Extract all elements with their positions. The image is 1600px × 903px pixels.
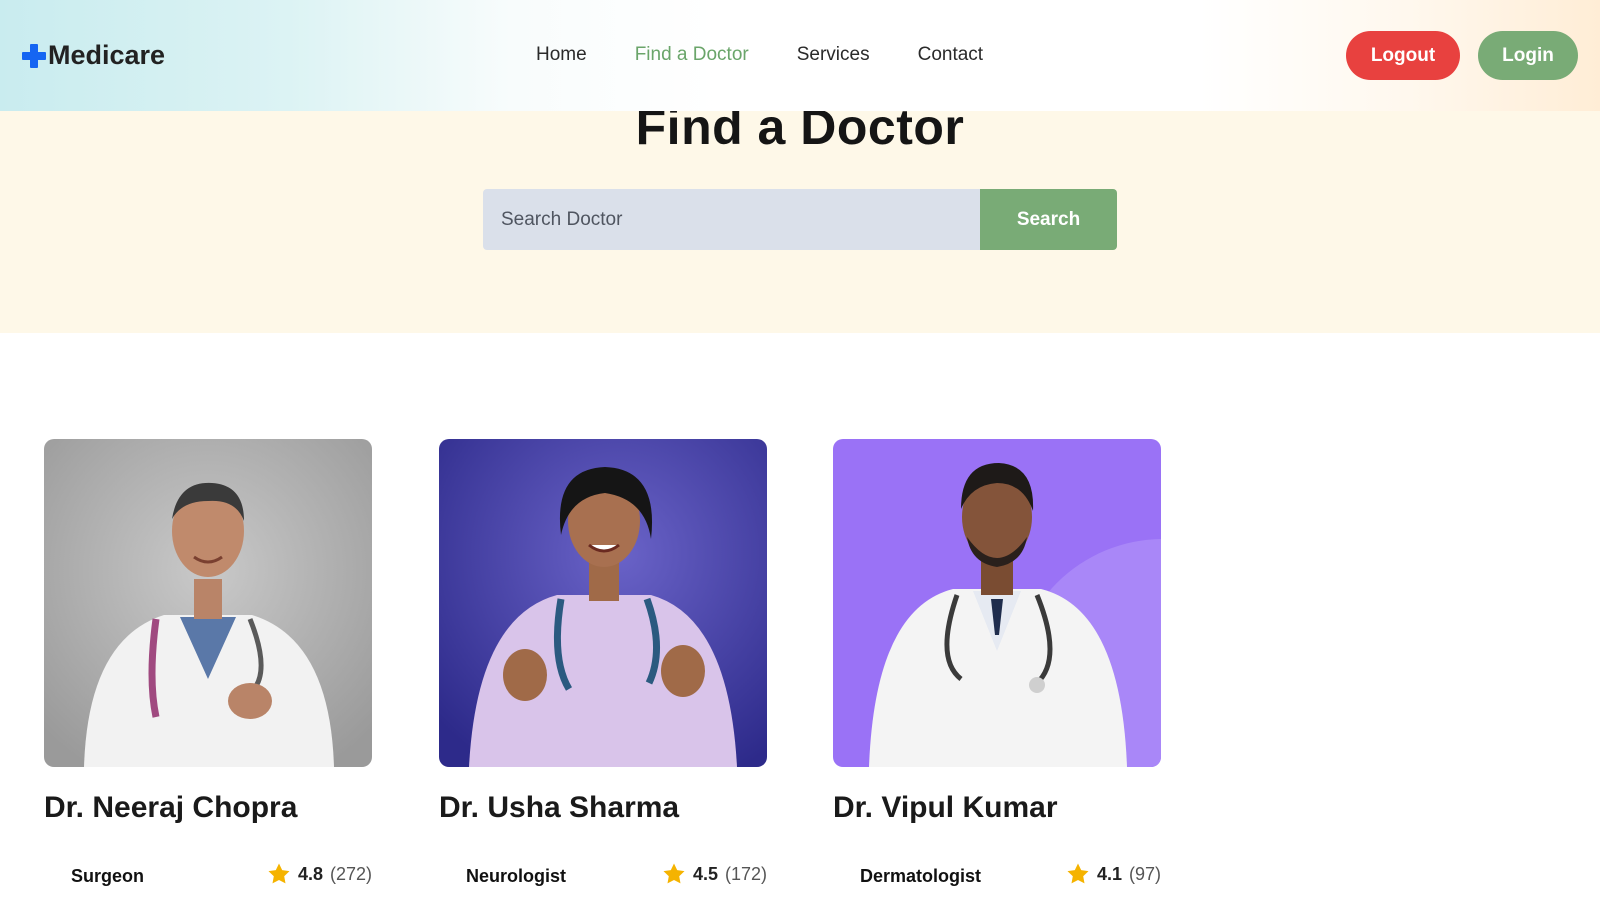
doctor-card[interactable]: Dr. Vipul Kumar Dermatologist 4.1 (97)	[833, 439, 1161, 886]
doctor-specialty: Neurologist	[466, 866, 567, 886]
nav-find-a-doctor[interactable]: Find a Doctor	[635, 44, 749, 66]
rating-count: (272)	[329, 863, 372, 884]
doctor-card[interactable]: Dr. Neeraj Chopra Surgeon 4.8 (272)	[44, 439, 372, 886]
rating-value: 4.5	[692, 863, 718, 884]
doctor-name[interactable]: Dr. Vipul Kumar	[833, 791, 1058, 825]
doctor-photo[interactable]	[439, 439, 767, 767]
doctor-meta: Surgeon 4.8 (272)	[44, 859, 372, 893]
rating-value: 4.1	[1096, 863, 1122, 884]
rating-count: (172)	[724, 863, 767, 884]
main-nav: Home Find a Doctor Services Contact	[536, 44, 1031, 66]
rating-count: (97)	[1128, 863, 1161, 884]
nav-services[interactable]: Services	[797, 44, 870, 66]
nav-home[interactable]: Home	[536, 44, 587, 66]
site-header: Medicare Home Find a Doctor Services Con…	[0, 0, 1600, 111]
doctor-rating: 4.1 (97)	[1066, 862, 1161, 886]
star-icon	[663, 863, 685, 884]
star-icon	[1067, 863, 1089, 884]
doctor-name[interactable]: Dr. Neeraj Chopra	[44, 791, 297, 825]
doctor-meta: Neurologist 4.5 (172)	[439, 859, 767, 893]
rating-value: 4.8	[297, 863, 323, 884]
search-button[interactable]: Search	[980, 189, 1117, 250]
doctor-rating: 4.5 (172)	[662, 862, 767, 886]
doctor-meta: Dermatologist 4.1 (97)	[833, 859, 1161, 893]
search-input[interactable]	[483, 189, 980, 250]
doctor-photo[interactable]	[44, 439, 372, 767]
logout-button[interactable]: Logout	[1346, 31, 1460, 80]
logo[interactable]: Medicare	[22, 40, 165, 71]
doctor-name[interactable]: Dr. Usha Sharma	[439, 791, 679, 825]
logo-text: Medicare	[48, 40, 166, 70]
doctor-card[interactable]: Dr. Usha Sharma Neurologist 4.5 (172)	[439, 439, 767, 886]
doctor-specialty: Surgeon	[71, 866, 145, 886]
nav-contact[interactable]: Contact	[918, 44, 983, 66]
plus-icon	[22, 43, 46, 68]
search-bar: Search	[483, 189, 1117, 250]
star-icon	[268, 863, 290, 884]
login-button[interactable]: Login	[1478, 31, 1578, 80]
doctor-specialty: Dermatologist	[860, 866, 982, 886]
doctor-photo[interactable]	[833, 439, 1161, 767]
doctor-rating: 4.8 (272)	[267, 862, 372, 886]
